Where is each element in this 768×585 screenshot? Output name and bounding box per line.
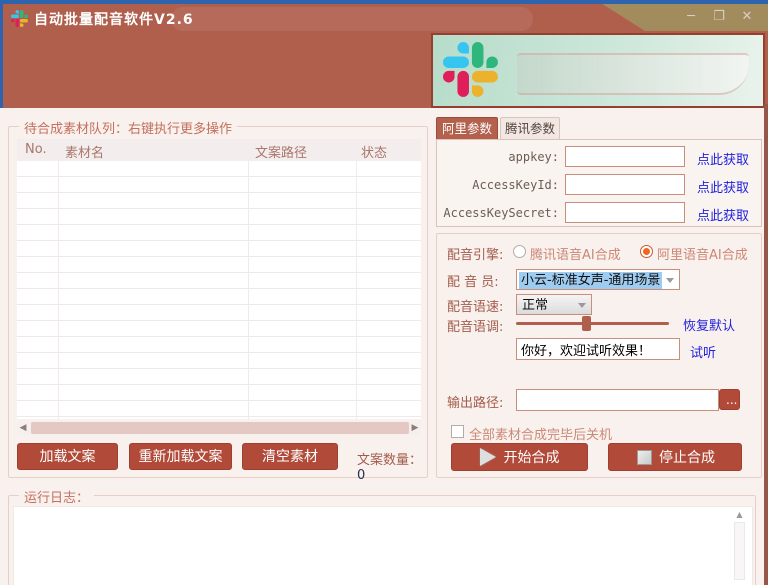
window-frame-right	[764, 104, 768, 585]
speed-select[interactable]: 正常	[516, 294, 592, 315]
accesskeysecret-get-link[interactable]: 点此获取	[697, 205, 749, 224]
shutdown-checkbox[interactable]	[451, 425, 464, 438]
column-header-path: 文案路径	[255, 142, 307, 161]
window-controls: ─ ❐ ✕	[682, 7, 756, 27]
chevron-down-icon	[666, 278, 674, 283]
appkey-field[interactable]	[565, 146, 685, 167]
scroll-left-icon[interactable]: ◀	[17, 421, 29, 435]
column-separator	[356, 161, 357, 419]
scrollbar-thumb[interactable]	[734, 522, 745, 580]
speed-selected-value: 正常	[522, 297, 548, 314]
output-path-label: 输出路径:	[447, 392, 503, 411]
params-tabbox: 阿里参数 腾讯参数 appkey: 点此获取 AccessKeyId: 点此获取…	[436, 117, 762, 227]
pitch-slider-thumb[interactable]	[582, 316, 591, 331]
accesskeyid-get-link[interactable]: 点此获取	[697, 177, 749, 196]
engine-label: 配音引擎:	[447, 244, 503, 263]
load-script-button[interactable]: 加载文案	[17, 443, 118, 470]
column-separator	[58, 161, 59, 419]
column-header-name: 素材名	[65, 142, 104, 161]
voice-label: 配 音 员:	[447, 271, 499, 290]
log-panel-title: 运行日志：	[19, 487, 94, 506]
params-panel: appkey: 点此获取 AccessKeyId: 点此获取 AccessKey…	[436, 139, 762, 227]
queue-table-body[interactable]	[17, 161, 421, 419]
queue-panel-title: 待合成素材队列：右键执行更多操作	[19, 118, 237, 137]
redacted-text-block	[517, 53, 749, 95]
voice-selected-value: 小云-标准女声-通用场景	[519, 272, 662, 289]
tab-tencent-params[interactable]: 腾讯参数	[500, 117, 560, 139]
preview-listen-link[interactable]: 试听	[690, 342, 716, 361]
maximize-button[interactable]: ❐	[710, 7, 728, 27]
voice-select[interactable]: 小云-标准女声-通用场景	[516, 269, 680, 290]
tab-ali-params[interactable]: 阿里参数	[436, 117, 498, 139]
radio-ali-label[interactable]: 阿里语音AI合成	[657, 244, 748, 263]
pitch-label: 配音语调:	[447, 316, 503, 335]
preview-text-field[interactable]	[516, 338, 680, 360]
minimize-button[interactable]: ─	[682, 7, 700, 27]
reset-default-link[interactable]: 恢复默认	[683, 315, 735, 334]
watermark-pill	[171, 7, 533, 31]
promo-banner	[431, 33, 765, 108]
titlebar[interactable]: 自动批量配音软件V2.6 ─ ❐ ✕	[3, 4, 768, 32]
column-separator	[248, 161, 249, 419]
log-output-area[interactable]: ▲	[13, 506, 753, 585]
window-title: 自动批量配音软件V2.6	[34, 9, 194, 29]
header-band: 自动批量配音软件V2.6 ─ ❐ ✕	[3, 4, 768, 108]
browse-button[interactable]: ...	[719, 389, 740, 410]
pitch-slider[interactable]	[516, 322, 669, 325]
start-synthesis-button[interactable]: 开始合成	[451, 443, 588, 471]
play-icon	[480, 448, 496, 466]
accesskeysecret-field[interactable]	[565, 202, 685, 223]
appkey-get-link[interactable]: 点此获取	[697, 149, 749, 168]
stop-button-label: 停止合成	[659, 450, 715, 466]
clear-material-button[interactable]: 清空素材	[242, 443, 338, 470]
appkey-label: appkey:	[437, 150, 559, 164]
app-window: 自动批量配音软件V2.6 ─ ❐ ✕ 待合成素材队列：右键执行更多操作 No. …	[0, 0, 768, 585]
radio-tencent-label[interactable]: 腾讯语音AI合成	[530, 244, 621, 263]
vertical-scrollbar[interactable]: ▲	[733, 509, 746, 585]
column-header-status: 状态	[361, 142, 387, 161]
close-button[interactable]: ✕	[738, 7, 756, 27]
shutdown-checkbox-label[interactable]: 全部素材合成完毕后关机	[469, 424, 612, 443]
queue-table-header: No. 素材名 文案路径 状态	[17, 139, 421, 161]
stop-icon	[637, 450, 652, 465]
synthesis-panel: 配音引擎: 腾讯语音AI合成 阿里语音AI合成 配 音 员: 小云-标准女声-通…	[436, 233, 762, 478]
reload-script-button[interactable]: 重新加载文案	[129, 443, 232, 470]
radio-tencent-engine[interactable]	[513, 245, 526, 258]
scrollbar-thumb[interactable]	[31, 422, 409, 434]
stop-synthesis-button[interactable]: 停止合成	[608, 443, 742, 471]
horizontal-scrollbar[interactable]: ◀ ▶	[17, 421, 421, 435]
accesskeyid-label: AccessKeyId:	[437, 178, 559, 192]
log-panel: 运行日志： ▲	[8, 495, 756, 585]
scroll-up-icon[interactable]: ▲	[733, 509, 746, 521]
script-count: 文案数量：0	[357, 449, 427, 483]
radio-ali-engine[interactable]	[640, 245, 653, 258]
script-count-label: 文案数量：	[357, 453, 422, 468]
scroll-right-icon[interactable]: ▶	[409, 421, 421, 435]
script-count-value: 0	[357, 468, 365, 483]
start-button-label: 开始合成	[504, 450, 560, 466]
accesskeysecret-label: AccessKeySecret:	[437, 206, 559, 220]
output-path-field[interactable]	[516, 389, 719, 411]
queue-panel: 待合成素材队列：右键执行更多操作 No. 素材名 文案路径 状态 ◀ ▶ 加载文…	[8, 126, 428, 478]
app-logo-icon	[11, 10, 28, 27]
chevron-down-icon	[578, 303, 586, 308]
column-header-no: No.	[25, 142, 47, 157]
accesskeyid-field[interactable]	[565, 174, 685, 195]
speed-label: 配音语速:	[447, 296, 503, 315]
slack-logo-icon	[443, 42, 498, 97]
